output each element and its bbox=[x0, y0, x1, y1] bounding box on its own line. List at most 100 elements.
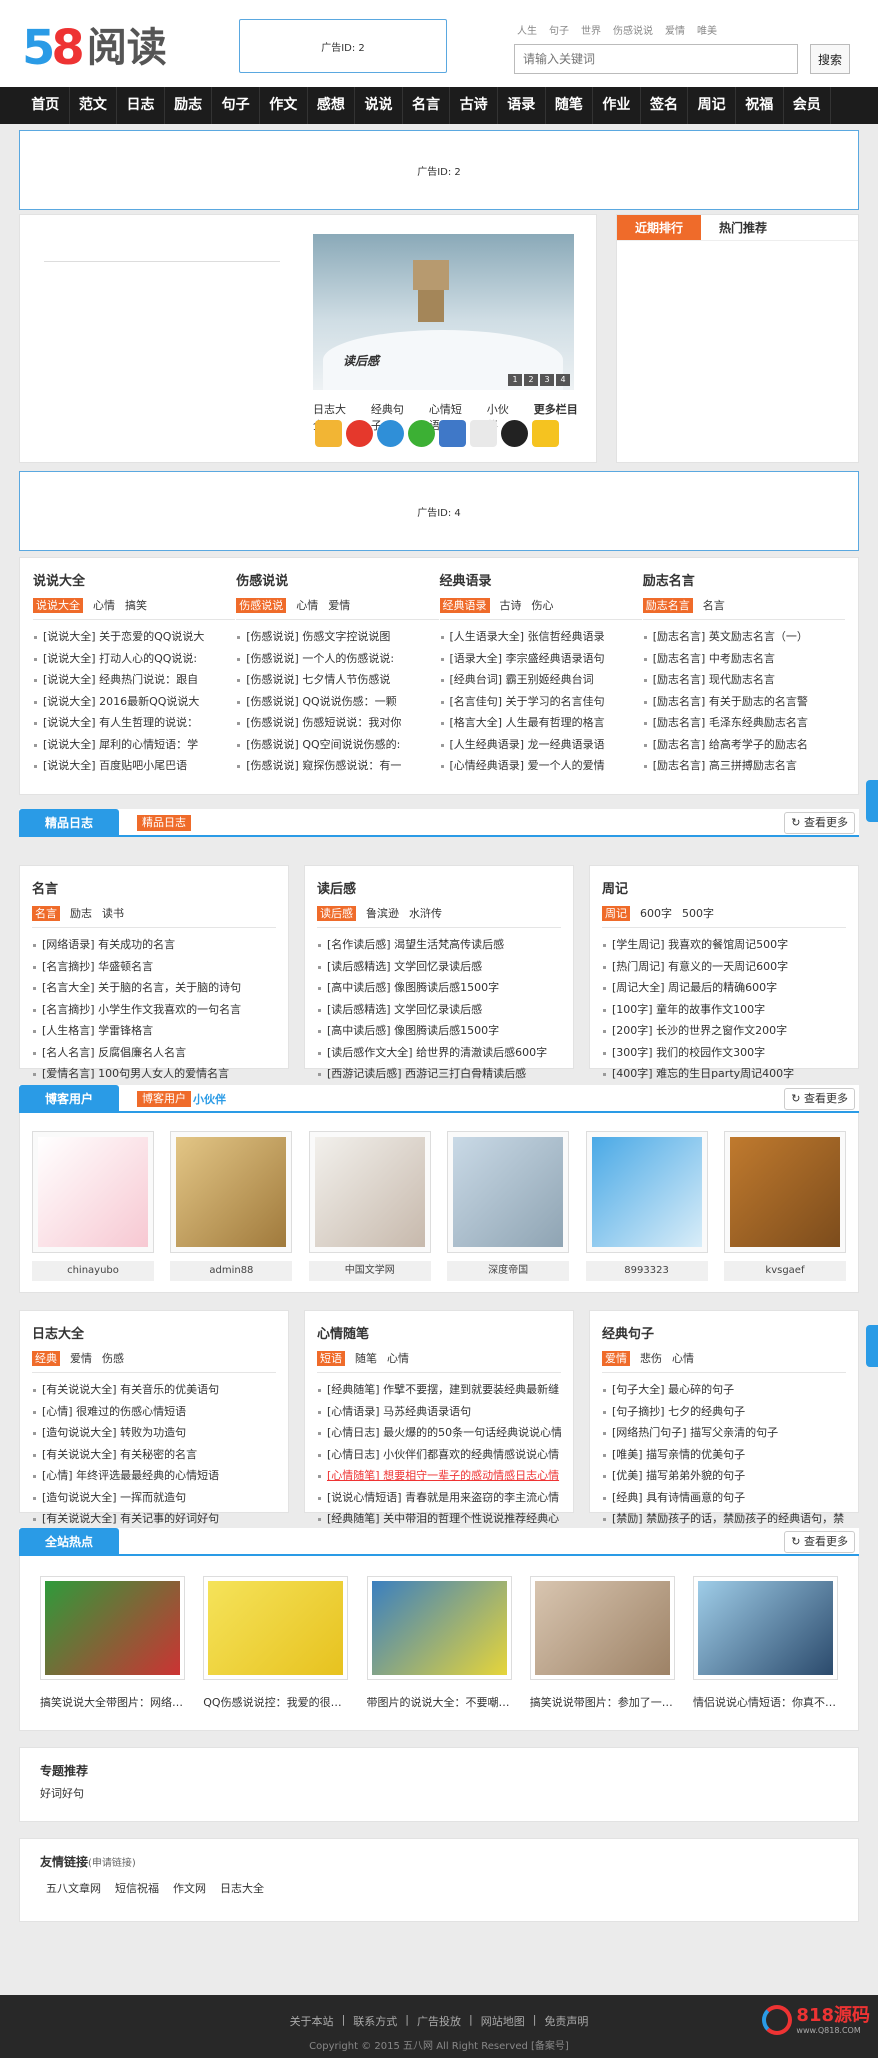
hot-thumb[interactable] bbox=[40, 1576, 185, 1680]
list-item[interactable]: [励志名言] 现代励志名言 bbox=[643, 669, 845, 691]
list-item[interactable]: [西游记读后感] 西游记三打白骨精读后感 bbox=[317, 1063, 561, 1085]
list-item[interactable]: [网络热门句子] 描写父亲清的句子 bbox=[602, 1422, 846, 1444]
list-item[interactable]: [伤感说说] QQ说说伤感：一颗 bbox=[236, 691, 438, 713]
category-title[interactable]: 日志大全 bbox=[32, 1323, 276, 1342]
footer-link[interactable]: 免责声明 bbox=[544, 2013, 588, 2029]
list-item[interactable]: [心情语录] 马苏经典语录语句 bbox=[317, 1401, 561, 1423]
user-card[interactable]: 深度帝国 bbox=[447, 1131, 570, 1292]
header-ad[interactable]: 广告ID: 2 bbox=[239, 19, 447, 73]
list-item[interactable]: [名言摘抄] 华盛顿名言 bbox=[32, 956, 276, 978]
category-tab[interactable]: 爱情 bbox=[70, 1350, 92, 1366]
ad-banner-2[interactable]: 广告ID: 4 bbox=[19, 471, 859, 551]
list-item[interactable]: [励志名言] 英文励志名言（一） bbox=[643, 626, 845, 648]
nav-item[interactable]: 签名 bbox=[641, 87, 689, 124]
category-tab[interactable]: 励志名言 bbox=[642, 597, 693, 613]
list-item[interactable]: [心情] 年终评选最最经典的心情短语 bbox=[32, 1465, 276, 1487]
list-item[interactable]: [语录大全] 李宗盛经典语录语句 bbox=[440, 648, 642, 670]
hot-item[interactable]: 搞笑说说带图片：参加了一… bbox=[529, 1576, 675, 1730]
list-item[interactable]: [励志名言] 高三拼搏励志名言 bbox=[643, 755, 845, 777]
list-item[interactable]: [经典台词] 霸王别姬经典台词 bbox=[440, 669, 642, 691]
hot-caption[interactable]: 带图片的说说大全：不要嘲… bbox=[367, 1694, 512, 1710]
list-item[interactable]: [造句说说大全] 转败为功造句 bbox=[32, 1422, 276, 1444]
nav-item[interactable]: 日志 bbox=[117, 87, 165, 124]
list-item[interactable]: [心情经典语录] 爱一个人的爱情 bbox=[440, 755, 642, 777]
category-tab[interactable]: 爱情 bbox=[602, 1350, 630, 1366]
list-item[interactable]: [人生语录大全] 张信哲经典语录 bbox=[440, 626, 642, 648]
category-tab[interactable]: 读书 bbox=[102, 905, 124, 921]
hot-caption[interactable]: 情侣说说心情短语：你真不… bbox=[693, 1694, 838, 1710]
category-tab[interactable]: 心情 bbox=[672, 1350, 694, 1366]
list-item[interactable]: [经典随笔] 作擘不要摆，建到就要装经典最新缝 bbox=[317, 1379, 561, 1401]
nav-item[interactable]: 周记 bbox=[688, 87, 736, 124]
avatar[interactable] bbox=[723, 1131, 846, 1253]
list-item[interactable]: [心情日志] 小伙伴们都喜欢的经典情感说说心情 bbox=[317, 1444, 561, 1466]
list-item[interactable]: [400字] 难忘的生日party周记400字 bbox=[602, 1063, 846, 1085]
user-card[interactable]: 8993323 bbox=[585, 1131, 708, 1292]
hot-word[interactable]: 伤感说说 bbox=[613, 22, 653, 37]
user-name[interactable]: 中国文学网 bbox=[308, 1261, 431, 1281]
list-item[interactable]: [读后感精选] 文学回忆录读后感 bbox=[317, 956, 561, 978]
section-title[interactable]: 博客用户 bbox=[19, 1085, 119, 1113]
category-title[interactable]: 名言 bbox=[32, 878, 276, 897]
friend-link[interactable]: 作文网 bbox=[173, 1880, 206, 1896]
list-item[interactable]: [说说心情短语] 青春就是用来盗窃的李主流心情 bbox=[317, 1487, 561, 1509]
category-tab[interactable]: 短语 bbox=[317, 1350, 345, 1366]
nav-item[interactable]: 会员 bbox=[784, 87, 832, 124]
list-item[interactable]: [伤感说说] QQ空间说说伤感的: bbox=[236, 734, 438, 756]
list-item[interactable]: [句子大全] 最心碎的句子 bbox=[602, 1379, 846, 1401]
user-name[interactable]: 深度帝国 bbox=[447, 1261, 570, 1281]
list-item[interactable]: [励志名言] 毛泽东经典励志名言 bbox=[643, 712, 845, 734]
list-item[interactable]: [励志名言] 给高考学子的励志名 bbox=[643, 734, 845, 756]
avatar[interactable] bbox=[447, 1131, 570, 1253]
list-item[interactable]: [学生周记] 我喜欢的餐馆周记500字 bbox=[602, 934, 846, 956]
category-tab[interactable]: 600字 bbox=[640, 905, 672, 921]
nav-item[interactable]: 古诗 bbox=[450, 87, 498, 124]
list-item[interactable]: [心情] 很难过的伤感心情短语 bbox=[32, 1401, 276, 1423]
hot-thumb[interactable] bbox=[529, 1576, 675, 1680]
user-card[interactable]: kvsgaef bbox=[723, 1131, 846, 1292]
list-item[interactable]: [说说大全] 打动人心的QQ说说: bbox=[33, 648, 235, 670]
weibo-icon[interactable] bbox=[346, 420, 373, 447]
category-tab[interactable]: 古诗 bbox=[500, 597, 522, 613]
list-item[interactable]: [热门周记] 有意义的一天周记600字 bbox=[602, 956, 846, 978]
list-item[interactable]: [优美] 描写弟弟外貌的句子 bbox=[602, 1465, 846, 1487]
side-float-tab[interactable] bbox=[866, 780, 878, 822]
hot-word[interactable]: 句子 bbox=[549, 22, 569, 37]
list-item[interactable]: [说说大全] 2016最新QQ说说大 bbox=[33, 691, 235, 713]
hot-thumb[interactable] bbox=[203, 1576, 349, 1680]
category-tab[interactable]: 爱情 bbox=[328, 597, 350, 613]
hot-item[interactable]: 搞笑说说大全带图片：网络… bbox=[40, 1576, 185, 1730]
category-tab[interactable]: 心情 bbox=[93, 597, 115, 613]
user-card[interactable]: chinayubo bbox=[32, 1131, 154, 1292]
category-tab[interactable]: 500字 bbox=[682, 905, 714, 921]
ad-banner-1[interactable]: 广告ID: 2 bbox=[19, 130, 859, 210]
friend-link[interactable]: 短信祝福 bbox=[115, 1880, 159, 1896]
category-tab[interactable]: 说说大全 bbox=[33, 597, 83, 613]
list-item[interactable]: [300字] 我们的校园作文300字 bbox=[602, 1042, 846, 1064]
friend-link[interactable]: 五八文章网 bbox=[46, 1880, 101, 1896]
category-tab[interactable]: 伤感 bbox=[102, 1350, 124, 1366]
list-item[interactable]: [100字] 童年的故事作文100字 bbox=[602, 999, 846, 1021]
more-button[interactable]: ↻ 查看更多 bbox=[784, 812, 855, 834]
category-title[interactable]: 伤感说说 bbox=[236, 570, 438, 589]
list-item[interactable]: [经典] 具有诗情画意的句子 bbox=[602, 1487, 846, 1509]
hot-caption[interactable]: 搞笑说说带图片：参加了一… bbox=[530, 1694, 675, 1710]
list-item[interactable]: [句子摘抄] 七夕的经典句子 bbox=[602, 1401, 846, 1423]
tab-recent-rank[interactable]: 近期排行 bbox=[617, 215, 701, 240]
list-item[interactable]: [禁励] 禁励孩子的话，禁励孩子的经典语句，禁 bbox=[602, 1508, 846, 1530]
list-item[interactable]: [名言摘抄] 小学生作文我喜欢的一句名言 bbox=[32, 999, 276, 1021]
avatar[interactable] bbox=[32, 1131, 154, 1253]
list-item[interactable]: [伤感说说] 窥探伤感说说：有一 bbox=[236, 755, 438, 777]
renren-icon[interactable] bbox=[439, 420, 466, 447]
user-name[interactable]: kvsgaef bbox=[723, 1261, 846, 1281]
category-tab[interactable]: 名言 bbox=[32, 905, 60, 921]
list-item[interactable]: [说说大全] 百度贴吧小尾巴语 bbox=[33, 755, 235, 777]
avatar[interactable] bbox=[308, 1131, 431, 1253]
category-tab[interactable]: 名言 bbox=[703, 597, 725, 613]
nav-item[interactable]: 祝福 bbox=[736, 87, 784, 124]
hot-word[interactable]: 世界 bbox=[581, 22, 601, 37]
slide-dot[interactable]: 1 bbox=[508, 374, 522, 386]
list-item[interactable]: [有关说说大全] 有关记事的好词好句 bbox=[32, 1508, 276, 1530]
hot-thumb[interactable] bbox=[366, 1576, 512, 1680]
hot-caption[interactable]: 搞笑说说大全带图片：网络… bbox=[40, 1694, 185, 1710]
